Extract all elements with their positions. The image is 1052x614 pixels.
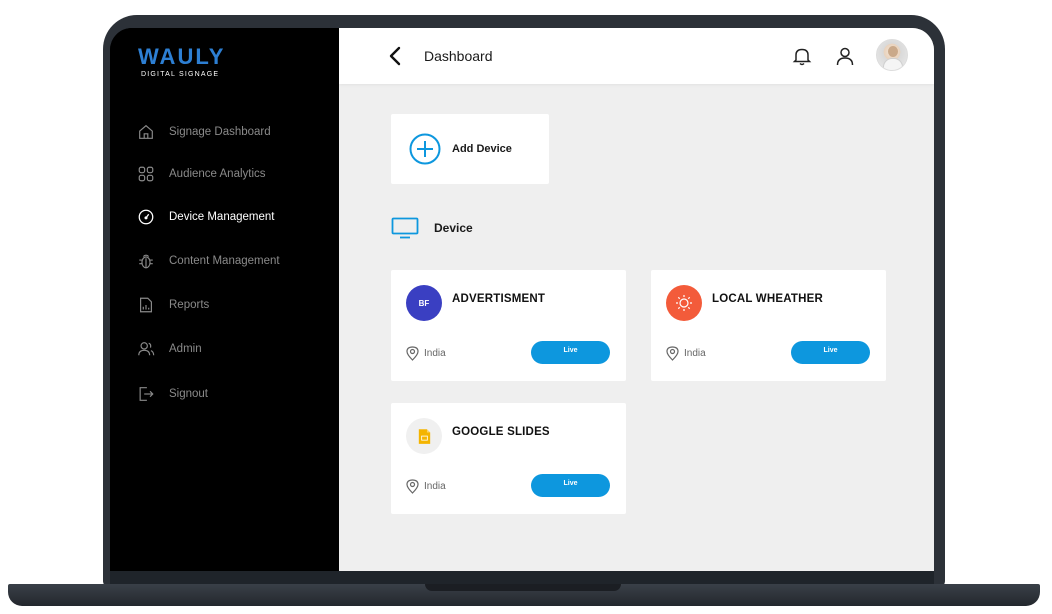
device-card-local-wheather[interactable]: LOCAL WHEATHER India Live <box>651 270 886 381</box>
home-icon <box>136 122 156 142</box>
live-status-button[interactable]: Live <box>531 474 610 497</box>
signout-icon <box>136 384 156 404</box>
grid-icon <box>136 164 156 184</box>
location-text: India <box>684 348 706 359</box>
screen: WAULY DIGITAL SIGNAGE Signage Dashboard … <box>110 28 934 571</box>
device-title: ADVERTISMENT <box>452 293 546 305</box>
report-icon <box>136 295 156 315</box>
sidebar-item-label: Audience Analytics <box>169 168 266 180</box>
plus-circle-icon <box>409 133 441 165</box>
gauge-icon <box>136 207 156 227</box>
bell-icon[interactable] <box>791 45 813 67</box>
sidebar: WAULY DIGITAL SIGNAGE Signage Dashboard … <box>110 28 339 571</box>
location-pin-icon <box>406 346 419 361</box>
sidebar-item-label: Content Management <box>169 255 280 267</box>
laptop-bezel-bottom <box>110 571 934 584</box>
top-bar: Dashboard <box>339 28 934 84</box>
sidebar-item-admin[interactable]: Admin <box>136 337 202 361</box>
add-device-label: Add Device <box>452 143 512 155</box>
sun-icon <box>666 285 702 321</box>
device-location: India <box>666 346 706 361</box>
device-title: LOCAL WHEATHER <box>712 293 823 305</box>
user-icon[interactable] <box>834 45 856 67</box>
location-text: India <box>424 481 446 492</box>
bug-icon <box>136 251 156 271</box>
brand-tagline: DIGITAL SIGNAGE <box>141 71 220 78</box>
sidebar-item-label: Signout <box>169 388 209 400</box>
avatar-body <box>883 58 903 70</box>
sidebar-item-label: Reports <box>169 299 210 311</box>
google-slides-icon <box>406 418 442 454</box>
main-content: Dashboard Add Device Device BF ADVERTISM… <box>339 28 934 571</box>
sidebar-item-label: Admin <box>169 343 202 355</box>
device-title: GOOGLE SLIDES <box>452 426 550 438</box>
live-status-button[interactable]: Live <box>531 341 610 364</box>
device-location: India <box>406 479 446 494</box>
section-title: Device <box>434 221 473 235</box>
back-button[interactable] <box>385 45 407 67</box>
sidebar-item-label: Device Management <box>169 211 275 223</box>
device-card-google-slides[interactable]: GOOGLE SLIDES India Live <box>391 403 626 514</box>
device-card-advertisment[interactable]: BF ADVERTISMENT India Live <box>391 270 626 381</box>
sidebar-item-reports[interactable]: Reports <box>136 293 209 317</box>
chevron-left-icon <box>389 46 401 66</box>
users-icon <box>136 339 156 359</box>
add-device-button[interactable]: Add Device <box>391 114 549 184</box>
avatar-head <box>888 46 898 57</box>
brand-name: WAULY <box>138 44 226 69</box>
location-pin-icon <box>666 346 679 361</box>
device-section-header: Device <box>391 217 473 239</box>
location-pin-icon <box>406 479 419 494</box>
avatar[interactable] <box>876 39 908 71</box>
sidebar-item-audience-analytics[interactable]: Audience Analytics <box>136 162 266 186</box>
sidebar-item-label: Signage Dashboard <box>169 126 271 138</box>
live-status-button[interactable]: Live <box>791 341 870 364</box>
sidebar-item-signage-dashboard[interactable]: Signage Dashboard <box>136 120 271 144</box>
monitor-icon <box>391 217 419 239</box>
sidebar-item-content-management[interactable]: Content Management <box>136 249 280 273</box>
device-badge: BF <box>406 285 442 321</box>
device-location: India <box>406 346 446 361</box>
laptop-base-notch <box>425 584 621 591</box>
brand-logo: WAULY DIGITAL SIGNAGE <box>138 44 225 78</box>
sidebar-item-device-management[interactable]: Device Management <box>136 205 274 229</box>
page-title: Dashboard <box>424 48 493 64</box>
location-text: India <box>424 348 446 359</box>
sidebar-item-signout[interactable]: Signout <box>136 382 208 406</box>
